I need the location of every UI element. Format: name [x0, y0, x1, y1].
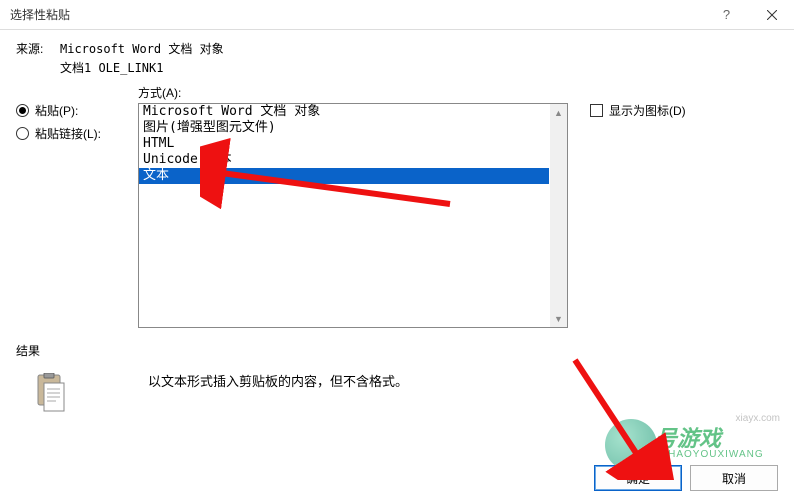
- window-controls: ?: [704, 0, 794, 29]
- list-item[interactable]: HTML: [139, 136, 567, 152]
- right-column: 显示为图标(D): [568, 84, 686, 119]
- radio-indicator: [16, 127, 29, 140]
- source-label: 来源:: [16, 40, 60, 57]
- source-value-2: 文档1 OLE_LINK1: [60, 59, 778, 76]
- button-row: 确定 取消: [594, 465, 778, 491]
- ok-button[interactable]: 确定: [594, 465, 682, 491]
- result-section: 结果 以文本形式插入剪贴板的内容，但不含格式。: [16, 342, 778, 413]
- source-row: 来源: Microsoft Word 文档 对象: [16, 40, 778, 57]
- watermark-brand: 号游戏: [655, 421, 721, 453]
- scroll-down-icon[interactable]: ▼: [550, 310, 567, 327]
- radio-paste[interactable]: 粘贴(P):: [16, 102, 138, 119]
- radio-paste-link-label: 粘贴链接(L):: [35, 125, 101, 142]
- scrollbar[interactable]: ▲ ▼: [550, 104, 567, 327]
- watermark-logo-icon: [605, 419, 657, 471]
- close-icon: [767, 10, 777, 20]
- radio-paste-label: 粘贴(P):: [35, 102, 78, 119]
- mid-row: 粘贴(P): 粘贴链接(L): 方式(A): Microsoft Word 文档…: [16, 84, 778, 328]
- list-item[interactable]: 文本: [139, 168, 549, 184]
- show-as-icon-checkbox[interactable]: 显示为图标(D): [590, 102, 686, 119]
- cancel-button[interactable]: 取消: [690, 465, 778, 491]
- result-description: 以文本形式插入剪贴板的内容，但不含格式。: [148, 367, 408, 390]
- dialog-title: 选择性粘贴: [10, 6, 70, 23]
- list-item[interactable]: Microsoft Word 文档 对象: [139, 104, 567, 120]
- close-button[interactable]: [749, 0, 794, 29]
- clipboard-icon: [34, 373, 68, 413]
- show-as-icon-label: 显示为图标(D): [609, 102, 686, 119]
- result-row: 以文本形式插入剪贴板的内容，但不含格式。: [16, 367, 778, 413]
- dialog-content: 来源: Microsoft Word 文档 对象 文档1 OLE_LINK1 粘…: [0, 30, 794, 423]
- radio-indicator: [16, 104, 29, 117]
- result-label: 结果: [16, 342, 778, 359]
- format-listbox[interactable]: Microsoft Word 文档 对象图片(增强型图元文件)HTMLUnico…: [138, 103, 568, 328]
- help-button[interactable]: ?: [704, 0, 749, 29]
- source-value-1: Microsoft Word 文档 对象: [60, 40, 224, 57]
- scroll-up-icon[interactable]: ▲: [550, 104, 567, 121]
- list-item[interactable]: 图片(增强型图元文件): [139, 120, 567, 136]
- radio-column: 粘贴(P): 粘贴链接(L):: [16, 84, 138, 148]
- checkbox-box: [590, 104, 603, 117]
- watermark-pinyin: ZHAOYOUXIWANG: [661, 449, 764, 460]
- format-label: 方式(A):: [138, 84, 568, 101]
- list-item[interactable]: Unicode 文本: [139, 152, 567, 168]
- format-column: 方式(A): Microsoft Word 文档 对象图片(增强型图元文件)HT…: [138, 84, 568, 328]
- titlebar: 选择性粘贴 ?: [0, 0, 794, 30]
- radio-paste-link[interactable]: 粘贴链接(L):: [16, 125, 138, 142]
